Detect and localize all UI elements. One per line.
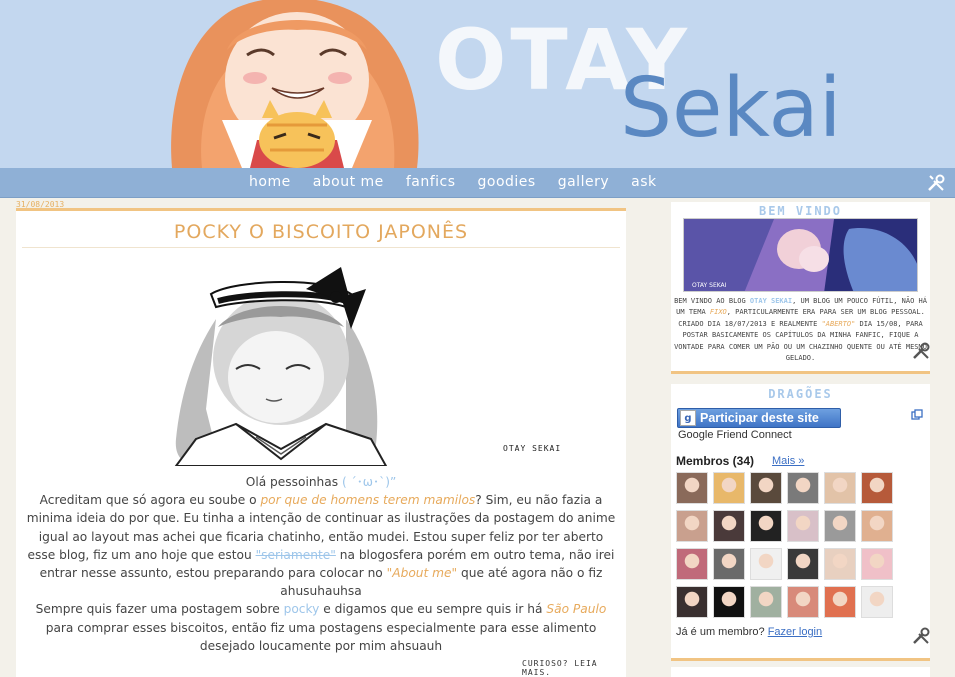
member-avatar[interactable]: [787, 472, 819, 504]
nav-about-me[interactable]: About me: [313, 174, 384, 190]
welcome-title: BEM VINDO: [758, 204, 843, 218]
welcome-text: BEM VINDO AO BLOG OTAY SEKAI, UM BLOG UM…: [674, 297, 927, 363]
image-watermark: OTAY SEKAI: [503, 444, 562, 453]
edit-tools-icon[interactable]: [912, 342, 930, 360]
member-avatar[interactable]: [861, 510, 893, 542]
member-avatar[interactable]: [787, 510, 819, 542]
anime-girl-header-art: [171, 0, 419, 168]
read-more-link[interactable]: CURIOSO? LEIA MAIS.: [522, 659, 626, 677]
link-sao-paulo[interactable]: São Paulo: [546, 602, 606, 616]
welcome-banner-image: OTAY SEKAI: [683, 218, 918, 292]
expand-window-icon[interactable]: [911, 409, 923, 421]
member-avatar[interactable]: [824, 510, 856, 542]
login-link[interactable]: Fazer login: [768, 626, 822, 638]
member-avatar[interactable]: [676, 586, 708, 618]
member-avatar[interactable]: [824, 586, 856, 618]
join-site-label: Participar deste site: [700, 411, 819, 425]
nav-goodies[interactable]: Goodies: [478, 174, 536, 190]
member-avatar[interactable]: [713, 586, 745, 618]
edit-tools-icon[interactable]: [927, 174, 945, 192]
main-navbar: Home About me Fanfics Goodies Gallery As…: [0, 168, 955, 198]
member-avatar[interactable]: [713, 510, 745, 542]
member-avatar[interactable]: [861, 472, 893, 504]
member-avatar[interactable]: [824, 548, 856, 580]
member-avatar[interactable]: [861, 548, 893, 580]
member-avatar[interactable]: [861, 586, 893, 618]
next-widget-top: [671, 667, 930, 677]
blog-post: POCKY O BISCOITO JAPONÊS OTAY SEKAI Olá …: [16, 208, 626, 677]
post-paragraph-1: Acreditam que só agora eu soube o por qu…: [26, 493, 616, 599]
banner-caption: OTAY SEKAI: [692, 282, 727, 289]
title-divider: [22, 247, 620, 248]
member-avatar[interactable]: [750, 548, 782, 580]
members-count: Membros (34): [676, 454, 755, 468]
member-avatar[interactable]: [750, 472, 782, 504]
welcome-widget: BEM VINDO OTAY SEKAI BEM VINDO AO BLOG O…: [671, 202, 930, 374]
member-avatar[interactable]: [676, 548, 708, 580]
greeting-emoticon: ( ´･ω･`)”: [341, 475, 397, 489]
google-friend-connect-icon: g: [680, 410, 696, 426]
followers-widget: DRAGÕES g Participar deste site Google F…: [671, 384, 930, 661]
member-avatar[interactable]: [713, 548, 745, 580]
strike-seriamente: "seriamente": [255, 547, 336, 562]
manga-girl-illustration: [156, 259, 566, 466]
member-avatar[interactable]: [713, 472, 745, 504]
nav-home[interactable]: Home: [249, 174, 291, 190]
member-avatar[interactable]: [676, 472, 708, 504]
post-paragraph-2: Sempre quis fazer uma postagem sobre poc…: [35, 602, 607, 653]
followers-title: DRAGÕES: [768, 387, 833, 401]
member-avatar[interactable]: [750, 510, 782, 542]
welcome-banner-art: OTAY SEKAI: [684, 219, 917, 291]
member-avatar[interactable]: [750, 586, 782, 618]
post-title[interactable]: POCKY O BISCOITO JAPONÊS: [16, 221, 626, 243]
gfc-subtitle: Google Friend Connect: [678, 429, 792, 441]
post-body: Olá pessoinhas ( ´･ω･`)” Acreditam que s…: [24, 473, 618, 655]
nav-fanfics[interactable]: Fanfics: [406, 174, 456, 190]
link-about-me[interactable]: "About me": [387, 566, 458, 580]
member-login-prompt: Já é um membro? Fazer login: [676, 626, 823, 638]
member-avatar-grid: [676, 472, 906, 618]
post-greeting: Olá pessoinhas ( ´･ω･`)”: [245, 475, 397, 489]
members-more-link[interactable]: Mais »: [772, 455, 804, 467]
member-avatar[interactable]: [787, 586, 819, 618]
nav-menu: Home About me Fanfics Goodies Gallery As…: [249, 174, 657, 190]
welcome-blog-name: OTAY SEKAI: [749, 297, 793, 305]
edit-tools-icon[interactable]: [912, 627, 930, 645]
member-avatar[interactable]: [824, 472, 856, 504]
blog-header: OTAY Sekai: [0, 0, 955, 168]
nav-gallery[interactable]: Gallery: [558, 174, 609, 190]
member-avatar[interactable]: [676, 510, 708, 542]
join-site-button[interactable]: g Participar deste site: [677, 408, 841, 428]
member-avatar[interactable]: [787, 548, 819, 580]
blog-logo-sekai: Sekai: [620, 61, 842, 156]
link-mamilos[interactable]: por que de homens terem mamilos: [260, 493, 475, 507]
link-pocky[interactable]: pocky: [284, 602, 320, 616]
nav-ask[interactable]: Ask: [631, 174, 656, 190]
